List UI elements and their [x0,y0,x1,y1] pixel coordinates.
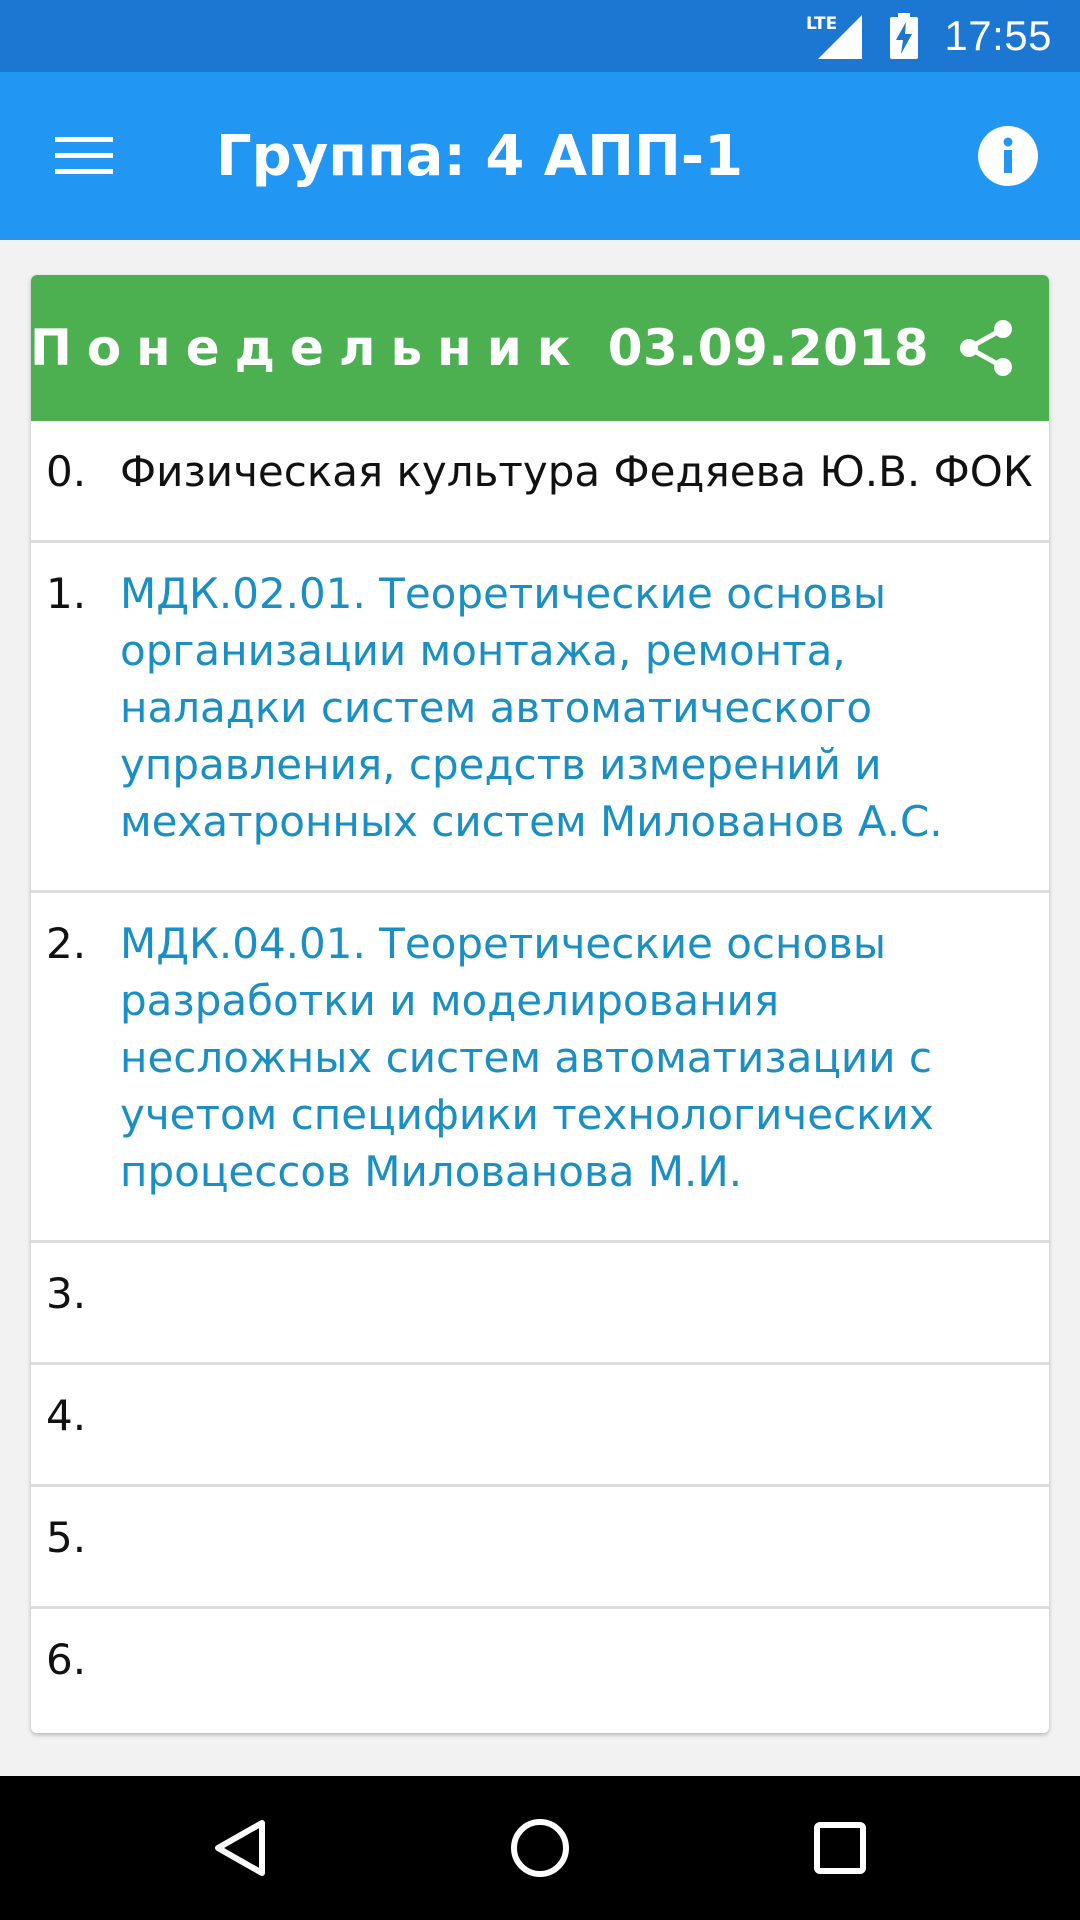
home-button[interactable] [504,1812,576,1884]
network-type-label: LTE [806,14,837,34]
navigation-bar [0,1776,1080,1920]
app-bar: Группа: 4 АПП-1 [0,72,1080,240]
lte-signal-icon: LTE [806,13,863,59]
lesson-row[interactable]: 3. [31,1243,1049,1365]
recents-square-icon [814,1822,866,1874]
lesson-number: 3. [46,1269,87,1318]
lesson-number: 1. [46,569,87,618]
info-icon [978,126,1038,186]
schedule-card: Понедельник 03.09.2018 0. Физическая кул… [31,275,1049,1733]
lesson-row[interactable]: 1. МДК.02.01. Теоретические основы орган… [31,543,1049,893]
home-circle-icon [511,1819,569,1877]
recents-button[interactable] [804,1812,876,1884]
lesson-row[interactable]: 4. [31,1365,1049,1487]
lesson-number: 5. [46,1513,87,1562]
lesson-number: 6. [46,1635,87,1684]
back-triangle-icon [215,1820,265,1876]
page-title: Группа: 4 АПП-1 [216,123,744,189]
day-header: Понедельник 03.09.2018 [31,275,1049,421]
lesson-number: 0. [46,447,87,496]
menu-button[interactable] [40,116,128,196]
lesson-list: 0. Физическая культура Федяева Ю.В. ФОК … [31,421,1049,1731]
info-button[interactable] [972,120,1044,192]
status-time: 17:55 [944,12,1052,59]
status-bar: LTE 17:55 [0,0,1080,72]
lesson-title-link[interactable]: МДК.04.01. Теоретические основы разработ… [120,915,1039,1200]
lesson-row[interactable]: 5. [31,1487,1049,1609]
day-name: Понедельник [31,319,586,377]
lesson-number: 2. [46,919,87,968]
battery-charging-icon [890,13,919,59]
back-button[interactable] [204,1812,276,1884]
lesson-row[interactable]: 0. Физическая культура Федяева Ю.В. ФОК [31,421,1049,543]
share-button[interactable] [953,315,1019,381]
day-date: 03.09.2018 [607,319,929,377]
hamburger-menu-icon [55,137,113,174]
lesson-number: 4. [46,1391,87,1440]
lesson-row[interactable]: 2. МДК.04.01. Теоретические основы разра… [31,893,1049,1243]
share-icon [960,320,1012,376]
lesson-title-link[interactable]: МДК.02.01. Теоретические основы организа… [120,565,1039,850]
lesson-title: Физическая культура Федяева Ю.В. ФОК [120,447,1033,496]
lesson-row[interactable]: 6. [31,1609,1049,1731]
